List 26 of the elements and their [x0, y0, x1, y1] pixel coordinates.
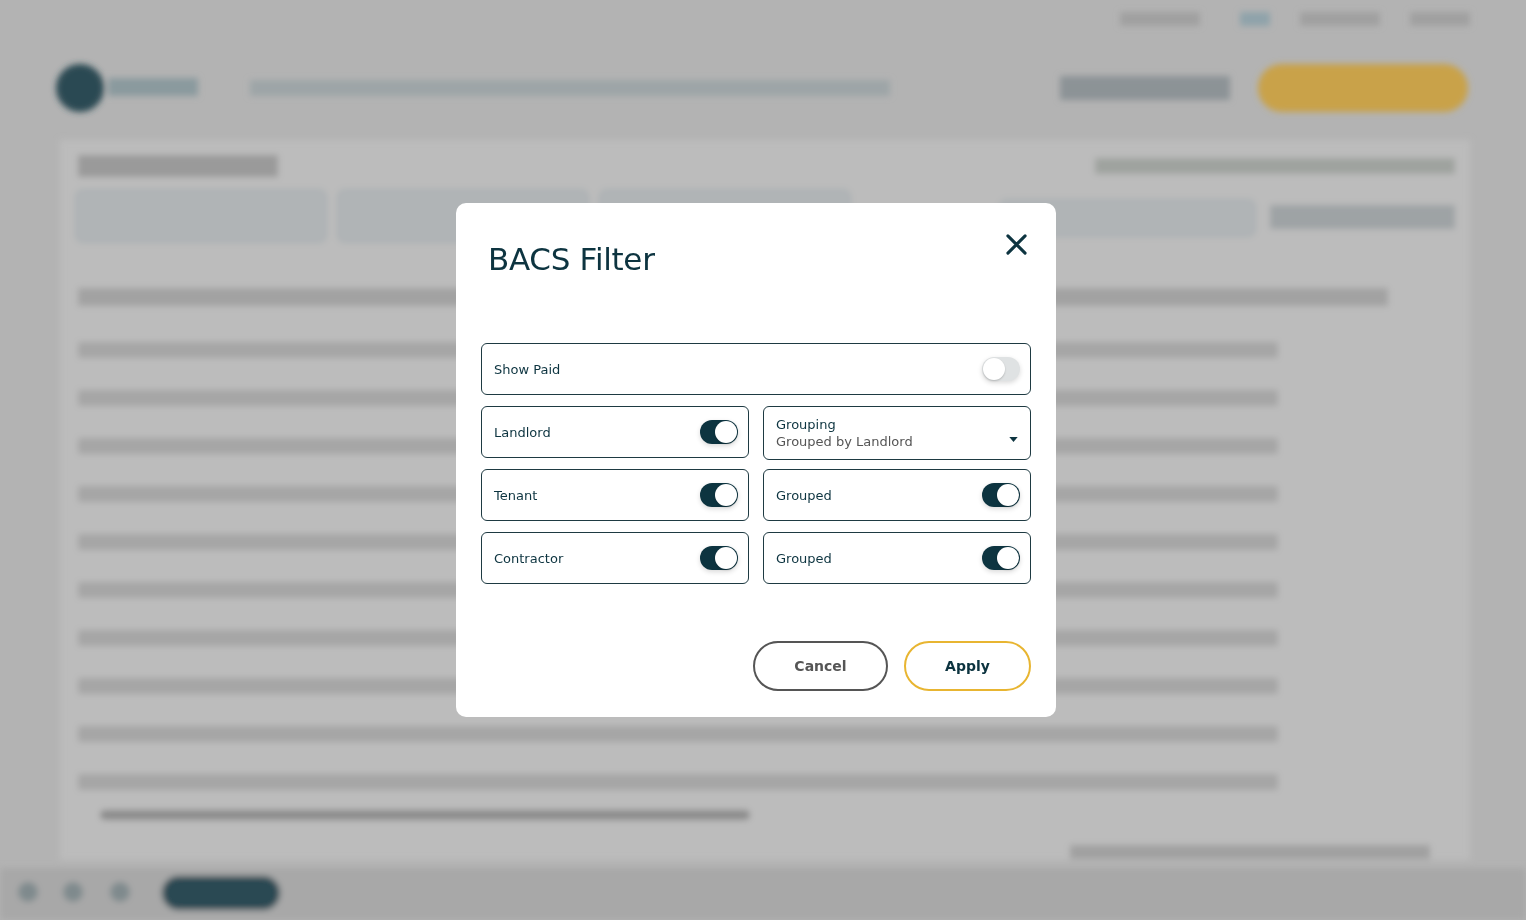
toggle-field[interactable]: Landlord [481, 406, 749, 458]
toggle-switch[interactable] [982, 546, 1020, 570]
field-label: Grouped [776, 487, 832, 503]
grouping-select[interactable]: Grouping Grouped by Landlord [763, 406, 1031, 460]
toggle-field[interactable]: Grouped [763, 469, 1031, 521]
apply-button[interactable]: Apply [904, 641, 1031, 691]
field-label: Tenant [494, 487, 538, 503]
field-label: Contractor [494, 550, 564, 566]
field-label: Grouped [776, 550, 832, 566]
toggle-switch[interactable] [700, 420, 738, 444]
toggle-switch[interactable] [700, 483, 738, 507]
field-label: Show Paid [494, 361, 561, 377]
toggle-switch[interactable] [700, 546, 738, 570]
toggle-switch[interactable] [982, 483, 1020, 507]
toggle-field[interactable]: Tenant [481, 469, 749, 521]
dialog-title: BACS Filter [488, 241, 655, 277]
caret-icon [1009, 436, 1018, 442]
field-label: Grouping [776, 417, 837, 432]
field-label: Landlord [494, 424, 551, 440]
toggle-field[interactable]: Contractor [481, 532, 749, 584]
select-value: Grouped by Landlord [776, 434, 913, 449]
toggle-field[interactable]: Grouped [763, 532, 1031, 584]
toggle-field[interactable]: Show Paid [481, 343, 1031, 395]
close-icon[interactable] [1006, 234, 1027, 255]
cancel-button[interactable]: Cancel [753, 641, 888, 691]
toggle-switch[interactable] [982, 357, 1020, 381]
